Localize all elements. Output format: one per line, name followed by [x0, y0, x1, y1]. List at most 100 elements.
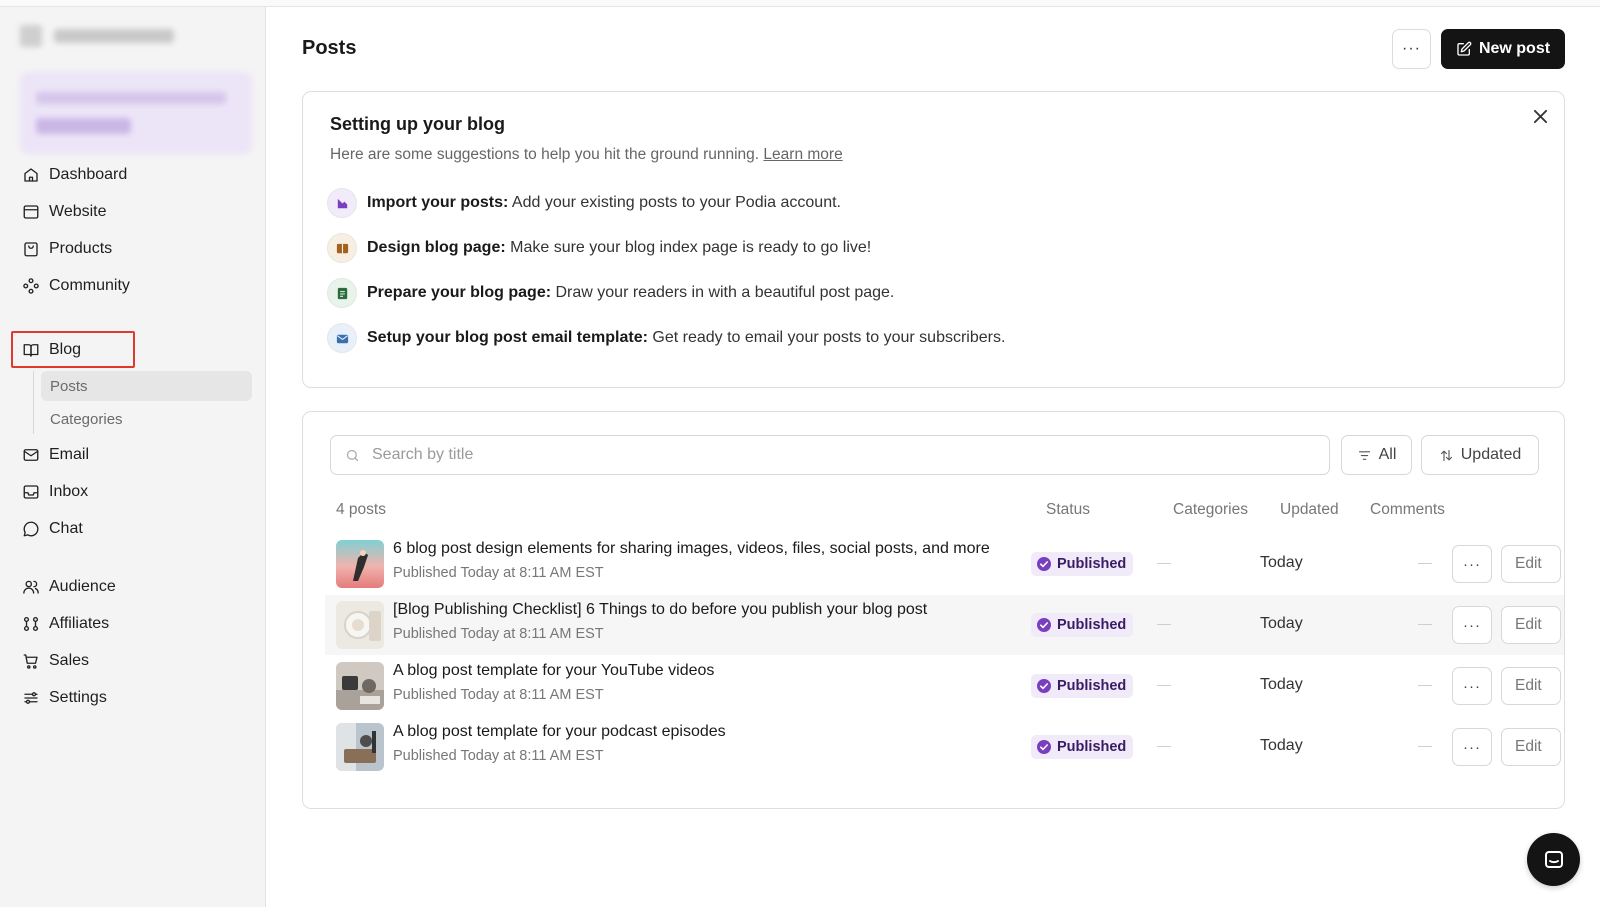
check-circle-icon — [1037, 740, 1051, 754]
setup-title: Setting up your blog — [330, 114, 505, 134]
row-more-button[interactable]: ··· — [1452, 728, 1492, 766]
users-icon — [23, 580, 39, 594]
status-badge: Published — [1031, 735, 1134, 759]
community-icon — [23, 278, 39, 294]
sidebar-item-inbox[interactable]: Inbox — [22, 477, 88, 507]
column-header-comments: Comments — [1370, 501, 1445, 518]
comments-empty — [1418, 624, 1432, 625]
post-meta: Published Today at 8:11 AM EST — [393, 687, 604, 703]
row-more-button[interactable]: ··· — [1452, 606, 1492, 644]
support-chat-button[interactable] — [1527, 833, 1580, 886]
search-icon — [346, 449, 359, 461]
sidebar-item-dashboard[interactable]: Dashboard — [22, 160, 127, 190]
table-row[interactable]: A blog post template for your YouTube vi… — [325, 656, 1564, 716]
sort-label: Updated — [1460, 446, 1522, 463]
row-more-button[interactable]: ··· — [1452, 667, 1492, 705]
tip-text: Prepare your blog page: Draw your reader… — [367, 284, 895, 301]
filter-button[interactable]: All — [1341, 435, 1412, 475]
table-row[interactable]: [Blog Publishing Checklist] 6 Things to … — [325, 595, 1564, 655]
row-edit-button[interactable]: Edit — [1501, 728, 1561, 766]
check-circle-icon — [1037, 618, 1051, 632]
post-title[interactable]: A blog post template for your YouTube vi… — [393, 662, 714, 680]
sort-button[interactable]: Updated — [1421, 435, 1539, 475]
account-name-blurred — [54, 29, 174, 43]
page-more-button[interactable]: ··· — [1392, 29, 1431, 69]
sidebar-item-affiliates[interactable]: Affiliates — [22, 609, 109, 639]
setup-blog-card: Setting up your blog Here are some sugge… — [302, 91, 1565, 388]
new-post-button[interactable]: New post — [1441, 29, 1565, 69]
tip-prepare-blog-page[interactable]: Prepare your blog page: Draw your reader… — [327, 278, 894, 308]
row-more-button[interactable]: ··· — [1452, 545, 1492, 583]
post-thumbnail — [336, 723, 384, 771]
sidebar-subitem-categories[interactable]: Categories — [41, 404, 252, 434]
account-switcher[interactable] — [20, 25, 174, 47]
post-thumbnail — [336, 601, 384, 649]
column-header-status: Status — [1046, 501, 1090, 518]
learn-more-link[interactable]: Learn more — [763, 146, 842, 163]
inbox-icon — [23, 485, 39, 499]
tip-text: Setup your blog post email template: Get… — [367, 329, 1006, 346]
table-row[interactable]: 6 blog post design elements for sharing … — [325, 534, 1564, 594]
mail-icon — [23, 449, 39, 461]
filter-icon — [1358, 450, 1370, 460]
categories-empty — [1157, 685, 1171, 686]
row-edit-button[interactable]: Edit — [1501, 667, 1561, 705]
row-edit-button[interactable]: Edit — [1501, 606, 1561, 644]
sidebar-item-audience[interactable]: Audience — [22, 572, 116, 602]
table-row[interactable]: A blog post template for your podcast ep… — [325, 717, 1564, 777]
sidebar-subitem-posts[interactable]: Posts — [41, 371, 252, 401]
chat-icon — [23, 521, 39, 537]
tip-email-template[interactable]: Setup your blog post email template: Get… — [327, 323, 1005, 353]
sidebar-item-label: Dashboard — [49, 166, 128, 183]
comments-empty — [1418, 746, 1432, 747]
sidebar-item-website[interactable]: Website — [22, 197, 107, 227]
sidebar-item-label: Community — [49, 277, 130, 294]
sort-arrows-icon — [1440, 449, 1452, 461]
account-avatar — [20, 25, 42, 47]
check-circle-icon — [1037, 679, 1051, 693]
post-thumbnail — [336, 540, 384, 588]
sidebar-item-label: Inbox — [49, 483, 89, 500]
close-icon — [1533, 109, 1547, 123]
search-input[interactable] — [372, 446, 1272, 464]
posts-list-card: All Updated 4 posts Status Categories Up… — [302, 411, 1565, 809]
post-title[interactable]: 6 blog post design elements for sharing … — [393, 540, 990, 558]
book-icon — [23, 344, 39, 357]
page-doc-icon — [327, 278, 357, 308]
setup-subtitle: Here are some suggestions to help you hi… — [330, 146, 843, 164]
sidebar-item-label: Products — [49, 240, 113, 257]
sidebar-item-email[interactable]: Email — [22, 440, 89, 470]
categories-empty — [1157, 563, 1171, 564]
comments-empty — [1418, 563, 1432, 564]
column-header-categories: Categories — [1173, 501, 1248, 518]
post-thumbnail — [336, 662, 384, 710]
post-updated: Today — [1260, 615, 1303, 632]
post-title[interactable]: [Blog Publishing Checklist] 6 Things to … — [393, 601, 927, 619]
sidebar-item-products[interactable]: Products — [22, 234, 112, 264]
close-setup-button[interactable] — [1530, 106, 1550, 126]
promo-banner-blurred[interactable] — [20, 72, 252, 154]
post-updated: Today — [1260, 676, 1303, 693]
sidebar-item-label: Website — [49, 203, 107, 220]
tip-import-posts[interactable]: Import your posts: Add your existing pos… — [327, 188, 841, 218]
sidebar-item-community[interactable]: Community — [22, 271, 130, 301]
post-title[interactable]: A blog post template for your podcast ep… — [393, 723, 726, 741]
search-bar[interactable] — [330, 435, 1330, 475]
tip-text: Design blog page: Make sure your blog in… — [367, 239, 872, 256]
chat-bubble-icon — [1544, 850, 1563, 868]
post-updated: Today — [1260, 737, 1303, 754]
row-edit-button[interactable]: Edit — [1501, 545, 1561, 583]
sidebar-item-sales[interactable]: Sales — [22, 646, 89, 676]
categories-empty — [1157, 624, 1171, 625]
check-circle-icon — [1037, 557, 1051, 571]
posts-count: 4 posts — [336, 501, 386, 518]
sidebar-item-settings[interactable]: Settings — [22, 683, 107, 713]
tip-design-blog-page[interactable]: Design blog page: Make sure your blog in… — [327, 233, 871, 263]
status-badge: Published — [1031, 613, 1134, 637]
sidebar-item-blog[interactable]: Blog — [22, 335, 81, 365]
sidebar-item-label: Chat — [49, 520, 83, 537]
status-badge: Published — [1031, 674, 1134, 698]
edit-icon — [1457, 41, 1472, 56]
sidebar-item-label: Email — [49, 446, 90, 463]
sidebar-item-chat[interactable]: Chat — [22, 514, 83, 544]
